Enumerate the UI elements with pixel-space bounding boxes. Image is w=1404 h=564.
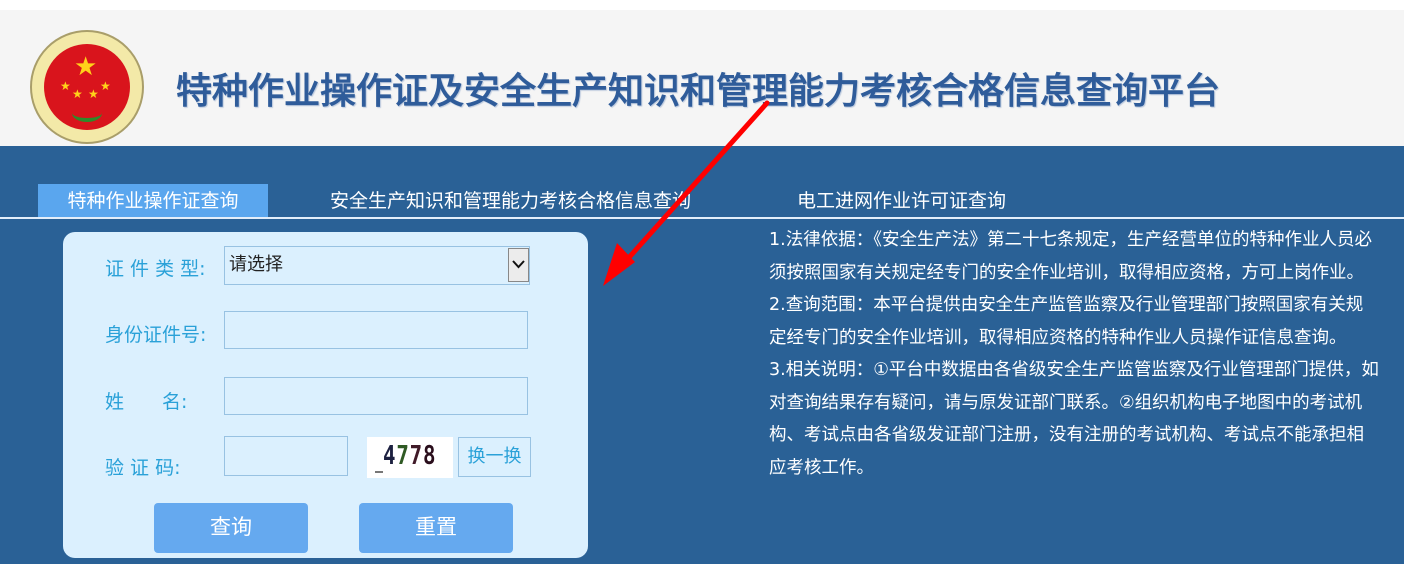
note-legal-basis: 1.法律依据：《安全生产法》第二十七条规定，生产经营单位的特种作业人员必须按照国… [769,230,1372,283]
captcha-digits: 4778 [383,441,436,471]
id-number-input[interactable] [224,311,528,349]
star-icon: ★ [72,87,83,101]
cert-type-label: 证 件 类 型: [105,258,206,280]
name-label: 姓 名: [105,391,188,413]
tab-electrician-grid-permit[interactable]: 电工进网作业许可证查询 [797,184,1006,217]
refresh-captcha-button[interactable]: 换一换 [458,437,531,477]
id-number-label: 身份证件号: [105,324,207,346]
query-button[interactable]: 查询 [154,503,308,553]
captcha-label: 验 证 码: [105,457,181,479]
note-query-scope: 2.查询范围：本平台提供由安全生产监管监察及行业管理部门按照国家有关规定经专门的… [769,295,1364,348]
captcha-digit: 8 [422,441,437,471]
site-title: 特种作业操作证及安全生产知识和管理能力考核合格信息查询平台 [176,71,1221,112]
star-icon: ★ [100,79,111,93]
tabs-divider [0,217,1404,219]
query-form-panel: 证 件 类 型: 请选择 身份证件号: 姓 名: 验 证 码: 4778 换一换… [63,232,588,558]
tab-safety-knowledge-assessment[interactable]: 安全生产知识和管理能力考核合格信息查询 [330,184,691,217]
name-input[interactable] [224,377,528,415]
notes-section: 1.法律依据：《安全生产法》第二十七条规定，生产经营单位的特种作业人员必须按照国… [769,224,1379,484]
captcha-digit: 7 [409,441,423,471]
reset-button[interactable]: 重置 [359,503,513,553]
emblem-logo: ★ ★ ★ ★ ★ [30,30,144,144]
tab-special-operation-cert[interactable]: 特种作业操作证查询 [38,184,268,217]
star-icon: ★ [88,87,99,101]
star-icon: ★ [74,52,98,82]
captcha-digit: 7 [396,441,410,471]
captcha-image[interactable]: 4778 [367,437,453,478]
note-related-info: 3.相关说明：①平台中数据由各省级安全生产监管监察及行业管理部门提供，如对查询结… [769,360,1379,478]
captcha-input[interactable] [224,436,348,476]
site-header: ★ ★ ★ ★ ★ 特种作业操作证及安全生产知识和管理能力考核合格信息查询平台 [0,10,1404,146]
cert-type-select[interactable]: 请选择 [224,246,530,285]
captcha-digit: 4 [383,441,397,471]
captcha-noise [375,471,383,473]
star-icon: ★ [60,79,71,93]
emblem-red-disc: ★ ★ ★ ★ ★ [44,44,130,130]
cert-type-value: 请选择 [229,254,283,275]
hammer-pick-icon [72,104,102,122]
chevron-down-icon[interactable] [508,248,529,282]
